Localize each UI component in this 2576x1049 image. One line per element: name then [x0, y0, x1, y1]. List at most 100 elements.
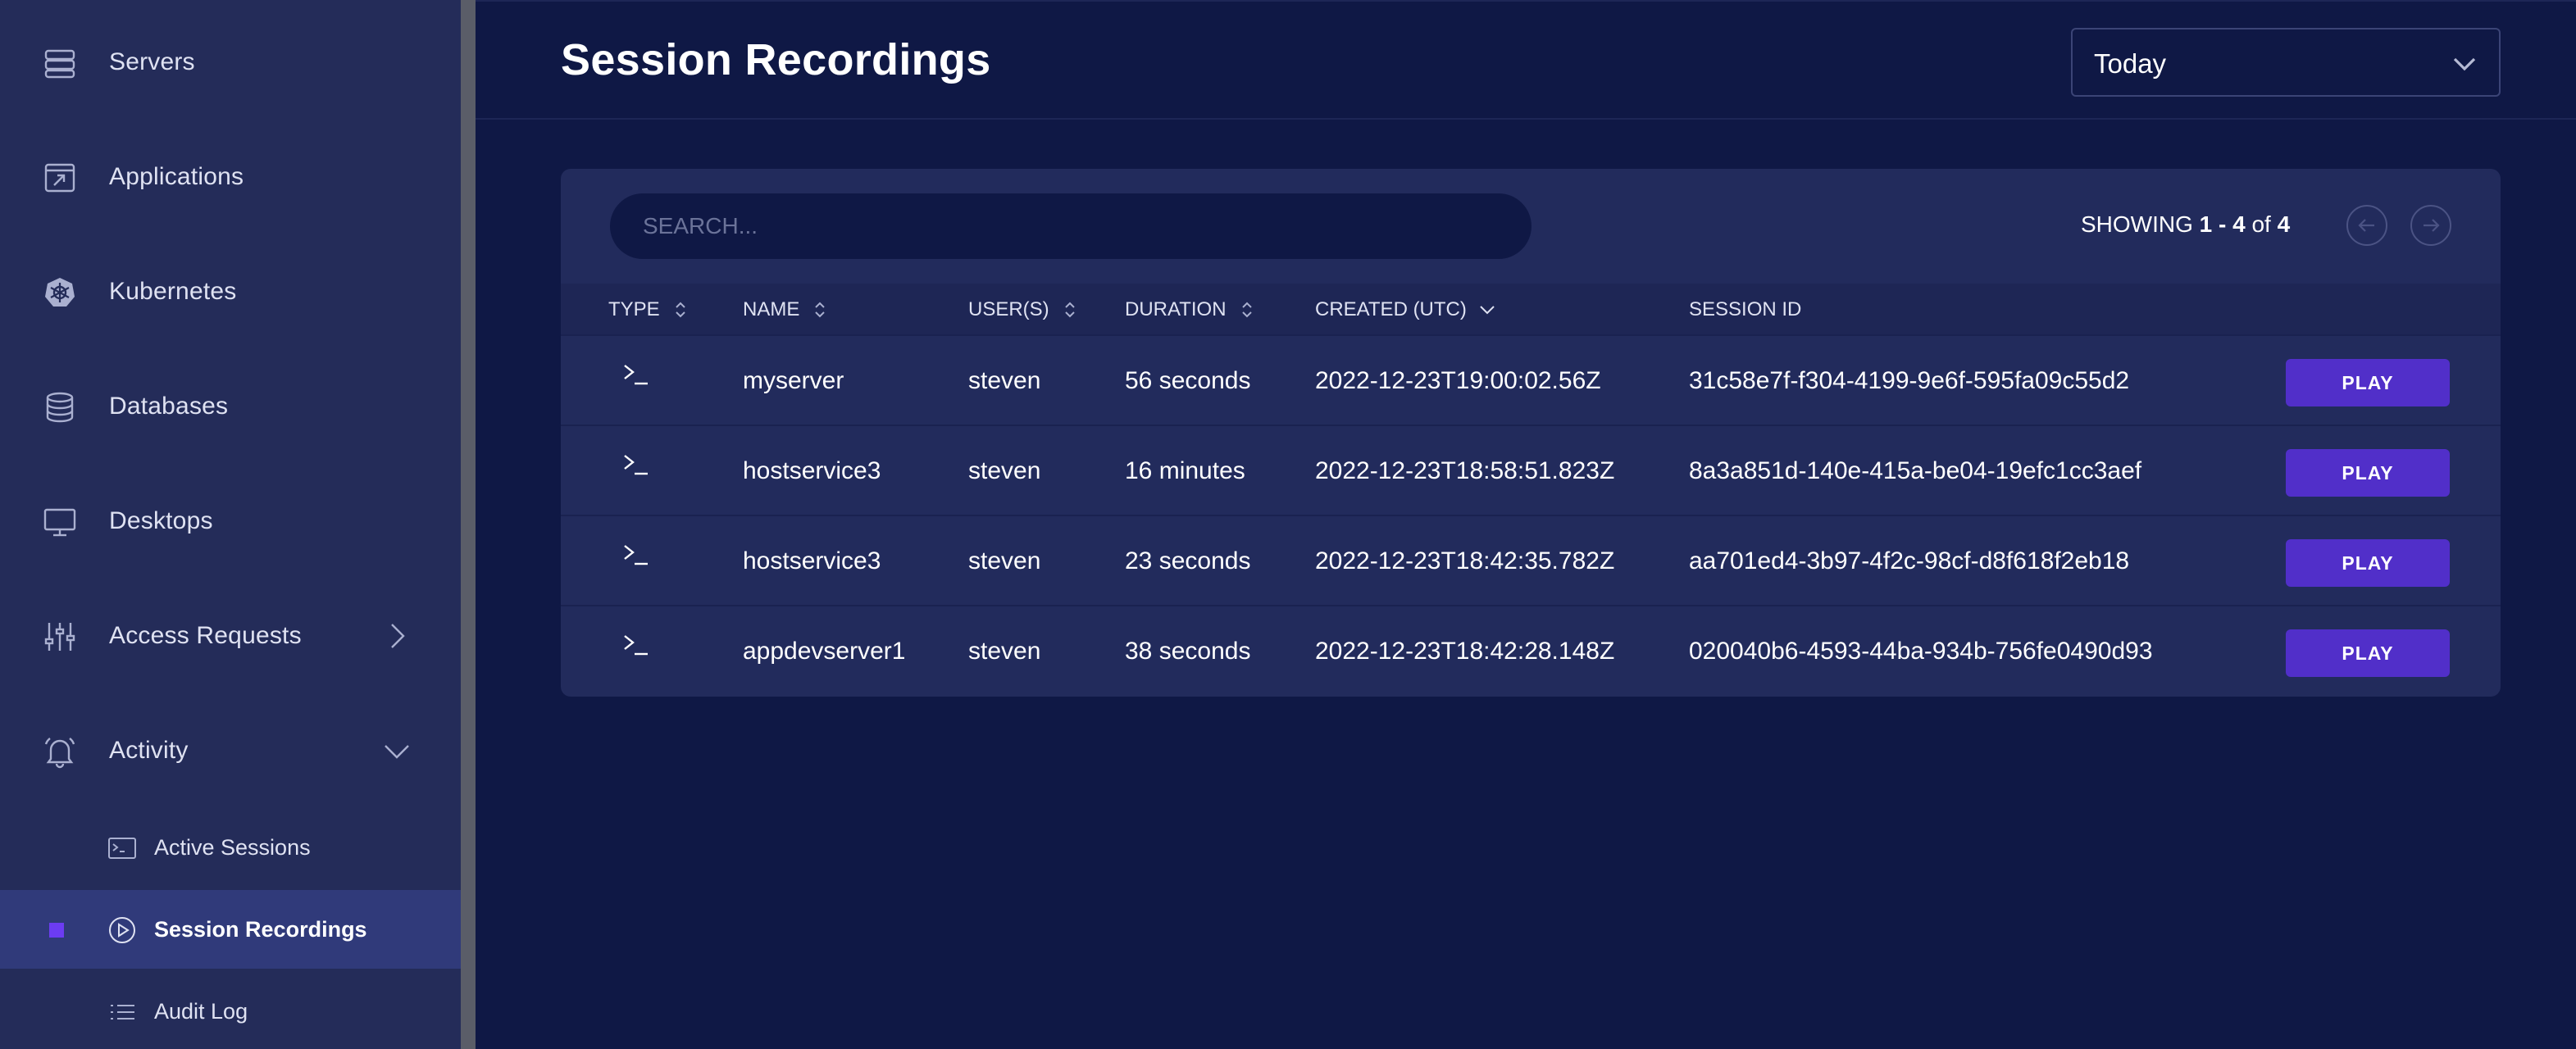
sliders-icon [41, 618, 79, 656]
cell-created: 2022-12-23T19:00:02.56Z [1315, 367, 1601, 394]
sidebar-item-label: Kubernetes [109, 278, 237, 305]
cell-session-id: 020040b6-4593-44ba-934b-756fe0490d93 [1689, 638, 2153, 665]
sidebar-item-databases[interactable]: Databases [0, 374, 461, 439]
desktop-icon [41, 503, 79, 541]
chevron-down-icon [2450, 49, 2479, 79]
sidebar-item-label: Desktops [109, 507, 213, 534]
cell-user: steven [968, 367, 1041, 394]
app: Servers Applications Kubernetes Database… [0, 0, 2576, 1049]
column-header-users[interactable]: USER(S) [968, 298, 1079, 321]
column-header-session-id: SESSION ID [1689, 298, 1801, 321]
terminal-icon [620, 541, 653, 574]
cell-duration: 16 minutes [1125, 457, 1245, 484]
previous-page-button[interactable] [2346, 205, 2387, 246]
kubernetes-icon [41, 274, 79, 311]
sort-icon [1241, 302, 1252, 318]
sidebar-item-label: Access Requests [109, 622, 302, 649]
column-label: NAME [743, 298, 800, 320]
cell-user: steven [968, 638, 1041, 665]
server-icon [41, 44, 79, 82]
date-range-value: Today [2094, 48, 2167, 79]
column-label: USER(S) [968, 298, 1049, 320]
showing-prefix: SHOWING [2081, 211, 2200, 237]
play-button[interactable]: PLAY [2286, 539, 2450, 587]
terminal-icon [620, 451, 653, 484]
sidebar-item-desktops[interactable]: Desktops [0, 488, 461, 554]
list-icon [108, 998, 136, 1026]
active-indicator [49, 923, 64, 938]
sidebar-item-label: Active Sessions [154, 834, 311, 860]
database-icon [41, 388, 79, 426]
play-circle-icon [108, 916, 136, 944]
sidebar-item-kubernetes[interactable]: Kubernetes [0, 259, 461, 325]
terminal-icon [620, 361, 653, 393]
cell-duration: 23 seconds [1125, 547, 1251, 574]
cell-created: 2022-12-23T18:42:35.782Z [1315, 547, 1615, 574]
application-icon [41, 159, 79, 197]
column-label: SESSION ID [1689, 298, 1802, 320]
play-button[interactable]: PLAY [2286, 449, 2450, 497]
arrow-left-icon [2358, 219, 2374, 232]
showing-range: 1 - 4 [2199, 211, 2246, 237]
sidebar-item-access-requests[interactable]: Access Requests [0, 603, 461, 669]
column-label: CREATED (UTC) [1315, 298, 1467, 320]
next-page-button[interactable] [2410, 205, 2451, 246]
recordings-table-card: SHOWING 1 - 4 of 4 TYPE NAME USER(S) DUR… [561, 169, 2501, 697]
sidebar-item-applications[interactable]: Applications [0, 144, 461, 210]
cell-name: hostservice3 [743, 547, 881, 574]
cell-user: steven [968, 457, 1041, 484]
sidebar-item-label: Applications [109, 163, 244, 190]
play-button[interactable]: PLAY [2286, 629, 2450, 677]
sidebar: Servers Applications Kubernetes Database… [0, 0, 461, 1049]
showing-total: 4 [2277, 211, 2291, 237]
sidebar-item-label: Servers [109, 48, 195, 75]
column-header-duration[interactable]: DURATION [1125, 298, 1256, 321]
sidebar-item-label: Session Recordings [154, 916, 367, 942]
page-header: Session Recordings Today [476, 0, 2576, 120]
search-input[interactable] [610, 193, 1531, 259]
column-label: TYPE [608, 298, 660, 320]
chevron-right-icon [382, 621, 412, 651]
sort-icon [1064, 302, 1075, 318]
cell-name: appdevserver1 [743, 638, 906, 665]
column-header-created[interactable]: CREATED (UTC) [1315, 298, 1496, 321]
arrow-right-icon [2424, 219, 2440, 232]
sidebar-item-servers[interactable]: Servers [0, 30, 461, 95]
sidebar-item-activity[interactable]: Activity [0, 718, 461, 783]
cell-name: myserver [743, 367, 844, 394]
table-row: hostservice3 steven 16 minutes 2022-12-2… [561, 425, 2501, 515]
terminal-icon [108, 834, 136, 862]
sort-icon [815, 302, 826, 318]
column-header-type[interactable]: TYPE [608, 298, 690, 321]
sidebar-scrollbar[interactable] [461, 0, 476, 1049]
pagination-summary: SHOWING 1 - 4 of 4 [2081, 211, 2290, 238]
cell-created: 2022-12-23T18:42:28.148Z [1315, 638, 1615, 665]
terminal-icon [620, 631, 653, 664]
cell-session-id: 31c58e7f-f304-4199-9e6f-595fa09c55d2 [1689, 367, 2130, 394]
column-header-name[interactable]: NAME [743, 298, 829, 321]
cell-user: steven [968, 547, 1041, 574]
cell-duration: 38 seconds [1125, 638, 1251, 665]
sort-icon [675, 302, 685, 318]
cell-session-id: 8a3a851d-140e-415a-be04-19efc1cc3aef [1689, 457, 2142, 484]
column-label: DURATION [1125, 298, 1227, 320]
sidebar-item-session-recordings[interactable]: Session Recordings [0, 890, 461, 969]
sidebar-item-label: Databases [109, 393, 229, 420]
sidebar-item-label: Activity [109, 737, 189, 764]
table-row: hostservice3 steven 23 seconds 2022-12-2… [561, 515, 2501, 605]
bell-icon [41, 733, 79, 770]
cell-duration: 56 seconds [1125, 367, 1251, 394]
play-button[interactable]: PLAY [2286, 359, 2450, 406]
sidebar-item-label: Audit Log [154, 998, 248, 1024]
table-header: TYPE NAME USER(S) DURATION CREATED (UTC)… [561, 284, 2501, 334]
sidebar-item-active-sessions[interactable]: Active Sessions [0, 808, 461, 887]
cell-name: hostservice3 [743, 457, 881, 484]
cell-created: 2022-12-23T18:58:51.823Z [1315, 457, 1615, 484]
sort-descending-icon [1480, 306, 1495, 315]
page-title: Session Recordings [561, 35, 991, 84]
sidebar-item-audit-log[interactable]: Audit Log [0, 972, 461, 1049]
date-range-select[interactable]: Today [2071, 28, 2501, 97]
cell-session-id: aa701ed4-3b97-4f2c-98cf-d8f618f2eb18 [1689, 547, 2130, 574]
table-row: appdevserver1 steven 38 seconds 2022-12-… [561, 605, 2501, 695]
showing-of: of [2245, 211, 2278, 237]
